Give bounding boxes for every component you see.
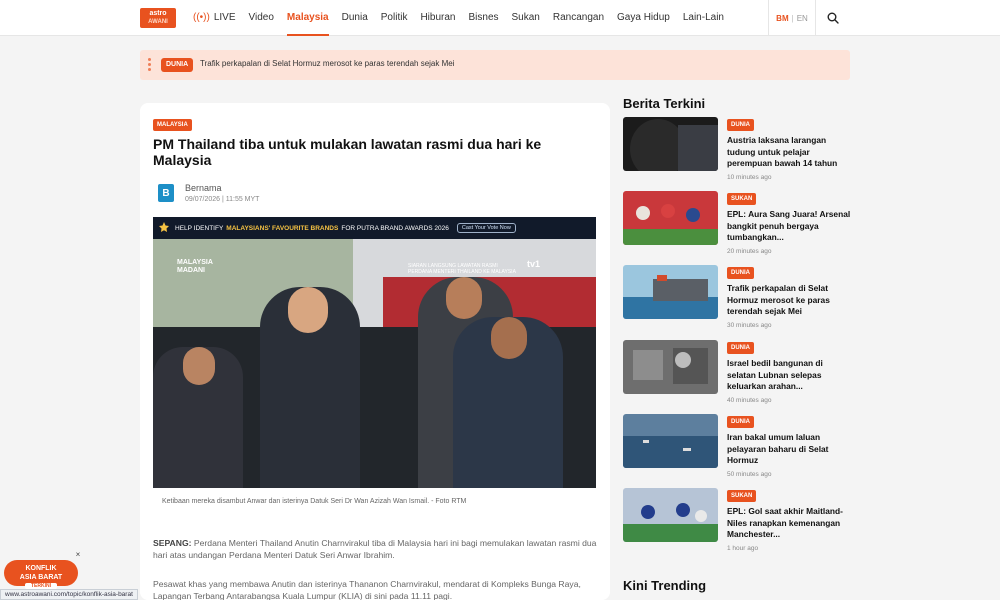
hero-person bbox=[153, 347, 243, 488]
sidebar-news-item[interactable]: DUNIA Israel bedil bangunan di selatan L… bbox=[623, 340, 851, 406]
article-category-badge[interactable]: MALAYSIA bbox=[153, 119, 192, 131]
news-thumbnail-image bbox=[623, 265, 718, 319]
drag-handle-icon bbox=[148, 58, 152, 72]
konflik-asia-barat-widget[interactable]: KONFLIK ASIA BARAT TERKINI bbox=[4, 560, 78, 589]
dateline: SEPANG: bbox=[153, 538, 192, 548]
news-thumbnail[interactable] bbox=[623, 265, 718, 319]
news-thumbnail-image bbox=[623, 488, 718, 542]
nav-item-gaya-hidup[interactable]: Gaya Hidup bbox=[617, 0, 670, 36]
news-thumbnail-image bbox=[623, 191, 718, 245]
logo-line1: astro bbox=[149, 10, 167, 17]
nav-live[interactable]: ((•)) LIVE bbox=[193, 0, 236, 36]
tv1-logo: tv1 bbox=[527, 259, 541, 269]
sidebar-news-item[interactable]: SUKAN EPL: Gol saat akhir Maitland-Niles… bbox=[623, 488, 851, 554]
nav-item-bisnes[interactable]: Bisnes bbox=[468, 0, 498, 36]
article-card: MALAYSIA PM Thailand tiba untuk mulakan … bbox=[140, 103, 610, 600]
main-nav: ((•)) LIVE Video Malaysia Dunia Politik … bbox=[193, 0, 737, 36]
news-time: 30 minutes ago bbox=[727, 322, 772, 329]
nav-item-hiburan[interactable]: Hiburan bbox=[420, 0, 455, 36]
nav-item-malaysia[interactable]: Malaysia bbox=[286, 0, 329, 36]
article-hero-image: MALAYSIA MADANI SIARAN LANGSUNG LAWATAN … bbox=[153, 217, 596, 488]
lang-en[interactable]: EN bbox=[797, 14, 808, 23]
hero-brand-line1: MALAYSIA bbox=[177, 259, 213, 266]
status-bar-url: www.astroawani.com/topic/konflik-asia-ba… bbox=[0, 589, 138, 600]
news-category-badge[interactable]: DUNIA bbox=[727, 342, 754, 354]
news-title[interactable]: EPL: Aura Sang Juara! Arsenal bangkit pe… bbox=[727, 209, 851, 244]
search-icon bbox=[827, 12, 839, 24]
sidebar-news-item[interactable]: DUNIA Trafik perkapalan di Selat Hormuz … bbox=[623, 265, 851, 331]
bernama-logo-icon: B bbox=[158, 184, 174, 202]
nav-item-sukan[interactable]: Sukan bbox=[512, 0, 540, 36]
breaking-news-ticker[interactable]: DUNIA Trafik perkapalan di Selat Hormuz … bbox=[140, 50, 850, 80]
hero-ad-banner[interactable]: HELP IDENTIFY MALAYSIANS' FAVOURITE BRAN… bbox=[153, 217, 596, 239]
news-thumbnail[interactable] bbox=[623, 340, 718, 394]
cast-vote-button[interactable]: Cast Your Vote Now bbox=[456, 223, 516, 233]
news-category-badge[interactable]: DUNIA bbox=[727, 416, 754, 428]
banner-highlight: MALAYSIANS' FAVOURITE BRANDS bbox=[226, 224, 339, 232]
search-button[interactable] bbox=[816, 0, 850, 36]
news-time: 50 minutes ago bbox=[727, 471, 772, 478]
banner-post: FOR PUTRA BRAND AWARDS 2026 bbox=[341, 224, 449, 232]
widget-line1: KONFLIK bbox=[25, 565, 57, 572]
article-paragraph: SEPANG: Perdana Menteri Thailand Anutin … bbox=[153, 537, 597, 561]
sidebar-news-item[interactable]: DUNIA Iran bakal umum laluan pelayaran b… bbox=[623, 414, 851, 480]
award-icon bbox=[159, 222, 169, 232]
sidebar-news-item[interactable]: DUNIA Austria laksana larangan tudung un… bbox=[623, 117, 851, 183]
nav-item-rancangan[interactable]: Rancangan bbox=[553, 0, 604, 36]
article-author[interactable]: Bernama bbox=[185, 183, 222, 193]
ticker-headline[interactable]: Trafik perkapalan di Selat Hormuz meroso… bbox=[200, 59, 455, 68]
article-date: 09/07/2026 | 11:55 MYT bbox=[185, 196, 260, 203]
lang-separator: | bbox=[791, 13, 794, 23]
news-title[interactable]: Iran bakal umum laluan pelayaran baharu … bbox=[727, 432, 851, 467]
nav-item-dunia[interactable]: Dunia bbox=[342, 0, 368, 36]
banner-pre: HELP IDENTIFY bbox=[175, 224, 224, 232]
news-time: 10 minutes ago bbox=[727, 174, 772, 181]
logo-line2: AWANI bbox=[148, 19, 168, 25]
news-thumbnail[interactable] bbox=[623, 117, 718, 171]
news-thumbnail-image bbox=[623, 117, 718, 171]
hero-brand-line2: MADANI bbox=[177, 267, 205, 274]
news-category-badge[interactable]: DUNIA bbox=[727, 267, 754, 279]
lang-bm[interactable]: BM bbox=[776, 14, 788, 23]
article-paragraph: Pesawat khas yang membawa Anutin dan ist… bbox=[153, 579, 581, 600]
nav-live-label: LIVE bbox=[213, 12, 236, 23]
live-broadcast-icon: ((•)) bbox=[193, 12, 210, 23]
widget-line2: ASIA BARAT bbox=[19, 574, 63, 581]
news-category-badge[interactable]: SUKAN bbox=[727, 490, 757, 502]
news-title[interactable]: EPL: Gol saat akhir Maitland-Niles ranap… bbox=[727, 506, 851, 541]
hero-brand-logo: MALAYSIA MADANI bbox=[177, 259, 213, 275]
news-thumbnail[interactable] bbox=[623, 488, 718, 542]
nav-item-politik[interactable]: Politik bbox=[381, 0, 408, 36]
news-time: 1 hour ago bbox=[727, 545, 759, 552]
sidebar-news-item[interactable]: SUKAN EPL: Aura Sang Juara! Arsenal bang… bbox=[623, 191, 851, 257]
news-thumbnail[interactable] bbox=[623, 191, 718, 245]
language-switcher: BM | EN bbox=[768, 0, 816, 36]
berita-terkini-heading: Berita Terkini bbox=[623, 96, 706, 111]
close-icon[interactable]: × bbox=[73, 550, 83, 560]
astro-awani-logo[interactable]: astro AWANI bbox=[140, 8, 176, 28]
news-category-badge[interactable]: DUNIA bbox=[727, 119, 754, 131]
news-title[interactable]: Austria laksana larangan tudung untuk pe… bbox=[727, 135, 851, 170]
hero-person bbox=[260, 287, 360, 488]
news-title[interactable]: Israel bedil bangunan di selatan Lubnan … bbox=[727, 358, 851, 393]
hero-broadcast-overlay: SIARAN LANGSUNG LAWATAN RASMI PERDANA ME… bbox=[408, 263, 516, 275]
news-thumbnail[interactable] bbox=[623, 414, 718, 468]
kini-trending-heading: Kini Trending bbox=[623, 578, 707, 593]
news-category-badge[interactable]: SUKAN bbox=[727, 193, 757, 205]
article-title: PM Thailand tiba untuk mulakan lawatan r… bbox=[153, 136, 542, 168]
news-thumbnail-image bbox=[623, 340, 718, 394]
nav-item-video[interactable]: Video bbox=[249, 0, 274, 36]
top-navigation-bar: astro AWANI ((•)) LIVE Video Malaysia Du… bbox=[0, 0, 1000, 36]
news-title[interactable]: Trafik perkapalan di Selat Hormuz meroso… bbox=[727, 283, 851, 318]
nav-item-lain-lain[interactable]: Lain-Lain bbox=[683, 0, 724, 36]
news-time: 20 minutes ago bbox=[727, 248, 772, 255]
paragraph-text: Perdana Menteri Thailand Anutin Charnvir… bbox=[153, 538, 597, 560]
news-thumbnail-image bbox=[623, 414, 718, 468]
ticker-category-badge: DUNIA bbox=[161, 58, 194, 72]
image-caption: Ketibaan mereka disambut Anwar dan ister… bbox=[162, 498, 467, 505]
hero-person bbox=[453, 317, 563, 488]
news-time: 40 minutes ago bbox=[727, 397, 772, 404]
hero-overlay-line2: PERDANA MENTERI THAILAND KE MALAYSIA bbox=[408, 269, 516, 275]
